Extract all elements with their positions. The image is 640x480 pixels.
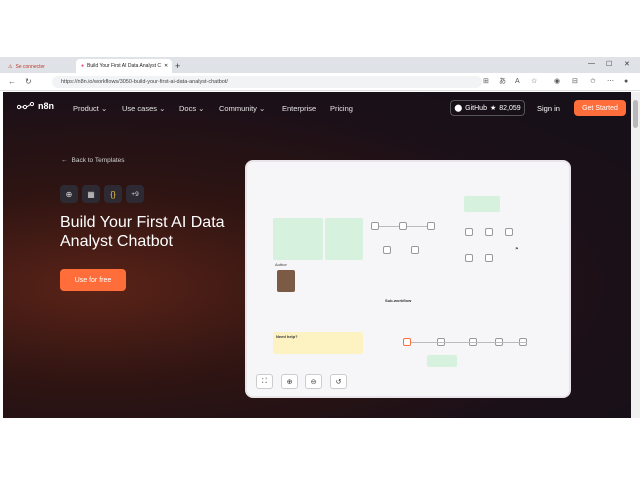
sheets-tool-node[interactable]	[485, 254, 493, 262]
sub-connection-line	[411, 342, 527, 343]
maximize-icon[interactable]: ☐	[606, 60, 612, 68]
back-arrow-icon[interactable]: ←	[8, 77, 16, 87]
tab-active-label: Build Your First AI Data Analyst C	[87, 63, 161, 69]
tool-node[interactable]	[465, 228, 473, 236]
warning-icon: ⚠	[8, 63, 13, 70]
tool-node[interactable]	[485, 228, 493, 236]
n8n-logo[interactable]: n8n	[17, 101, 54, 111]
browser-tab-inactive[interactable]: ⚠ Se connecter	[4, 60, 74, 73]
help-label: Need help?	[276, 334, 298, 339]
code-braces-icon: {}	[104, 185, 122, 203]
memory-node[interactable]	[411, 246, 419, 254]
back-to-templates-link[interactable]: ← Back to Templates	[61, 157, 125, 164]
github-stars: 82,059	[499, 104, 521, 112]
respond-node[interactable]	[427, 222, 435, 230]
minimize-icon[interactable]: —	[588, 60, 595, 67]
n8n-logo-icon	[17, 102, 35, 110]
github-icon: ⬤	[454, 105, 463, 112]
close-tab-icon[interactable]: ✕	[164, 63, 168, 69]
star-icon: ★	[489, 105, 497, 112]
sticky-note-questions	[325, 218, 363, 260]
split-screen-icon[interactable]: ⊟	[572, 77, 578, 87]
favorites-icon[interactable]: ✩	[590, 77, 596, 87]
special-tool-note: ⚑	[515, 246, 519, 251]
page-title: Build Your First AI Data Analyst Chatbot	[60, 214, 225, 250]
page-scrollbar[interactable]	[631, 92, 640, 418]
sub-workflow-label: Sub-workflow	[385, 298, 412, 303]
webpage: n8n Product ⌄ Use cases ⌄ Docs ⌄ Communi…	[3, 92, 631, 418]
get-started-button[interactable]: Get Started	[574, 100, 626, 116]
profile-icon[interactable]: ●	[624, 77, 628, 87]
connection-line	[407, 226, 427, 227]
browser-tab-active[interactable]: ● Build Your First AI Data Analyst C ✕	[76, 59, 172, 73]
author-avatar	[277, 270, 295, 292]
close-window-icon[interactable]: ✕	[624, 60, 630, 68]
github-button[interactable]: ⬤ GitHub ★ 82,059	[450, 100, 525, 116]
nav-pricing[interactable]: Pricing	[330, 104, 353, 113]
chat-trigger-node[interactable]	[371, 222, 379, 230]
ai-agent-node[interactable]	[399, 222, 407, 230]
zoom-in-icon[interactable]: ⊕	[281, 374, 298, 389]
use-for-free-button[interactable]: Use for free	[60, 269, 126, 291]
fit-view-icon[interactable]: ⛶	[256, 374, 273, 389]
favorite-star-icon[interactable]: ☆	[531, 77, 537, 87]
nav-enterprise[interactable]: Enterprise	[282, 104, 316, 113]
read-mode-icon[interactable]: ⊞	[483, 77, 489, 87]
connection-line	[379, 226, 399, 227]
back-link-label: Back to Templates	[71, 157, 125, 164]
globe-icon: ⊕	[60, 185, 78, 203]
github-label: GitHub	[465, 104, 487, 112]
workflow-preview[interactable]: Author Need help? ⚑ Sub-workflow ⛶ ⊕ ⊖ ↺	[245, 160, 571, 398]
logo-text: n8n	[38, 101, 55, 111]
sheets-tool-node[interactable]	[465, 254, 473, 262]
sub-trigger-node[interactable]	[403, 338, 411, 346]
nav-use-cases[interactable]: Use cases ⌄	[122, 104, 165, 113]
n8n-favicon-icon: ●	[81, 63, 85, 69]
read-aloud-icon[interactable]: A	[515, 77, 520, 87]
new-tab-button[interactable]: +	[175, 60, 180, 72]
sticky-note-change-url	[427, 355, 457, 367]
arrow-left-icon: ←	[61, 157, 68, 164]
url-text: https://n8n.io/workflows/3050-build-your…	[61, 79, 228, 85]
reset-zoom-icon[interactable]: ↺	[330, 374, 347, 389]
reload-icon[interactable]: ↻	[25, 77, 32, 87]
zoom-out-icon[interactable]: ⊖	[305, 374, 322, 389]
nav-community[interactable]: Community ⌄	[219, 104, 265, 113]
sign-in-link[interactable]: Sign in	[537, 104, 560, 113]
nav-docs[interactable]: Docs ⌄	[179, 104, 204, 113]
more-apps-badge: +9	[126, 185, 144, 203]
extension-icon[interactable]: ◉	[554, 77, 560, 87]
nav-product[interactable]: Product ⌄	[73, 104, 107, 113]
translate-icon[interactable]: あ	[499, 77, 506, 87]
tab-inactive-label: Se connecter	[15, 63, 45, 70]
tool-node[interactable]	[505, 228, 513, 236]
model-node[interactable]	[383, 246, 391, 254]
author-label: Author	[275, 262, 287, 267]
scrollbar-thumb[interactable]	[633, 100, 638, 128]
sticky-note-sheet-url	[464, 196, 500, 212]
sheets-icon: ▦	[82, 185, 100, 203]
url-input[interactable]: https://n8n.io/workflows/3050-build-your…	[52, 76, 482, 88]
sticky-note-setup	[273, 218, 323, 260]
menu-dots-icon[interactable]: ⋯	[607, 77, 614, 87]
